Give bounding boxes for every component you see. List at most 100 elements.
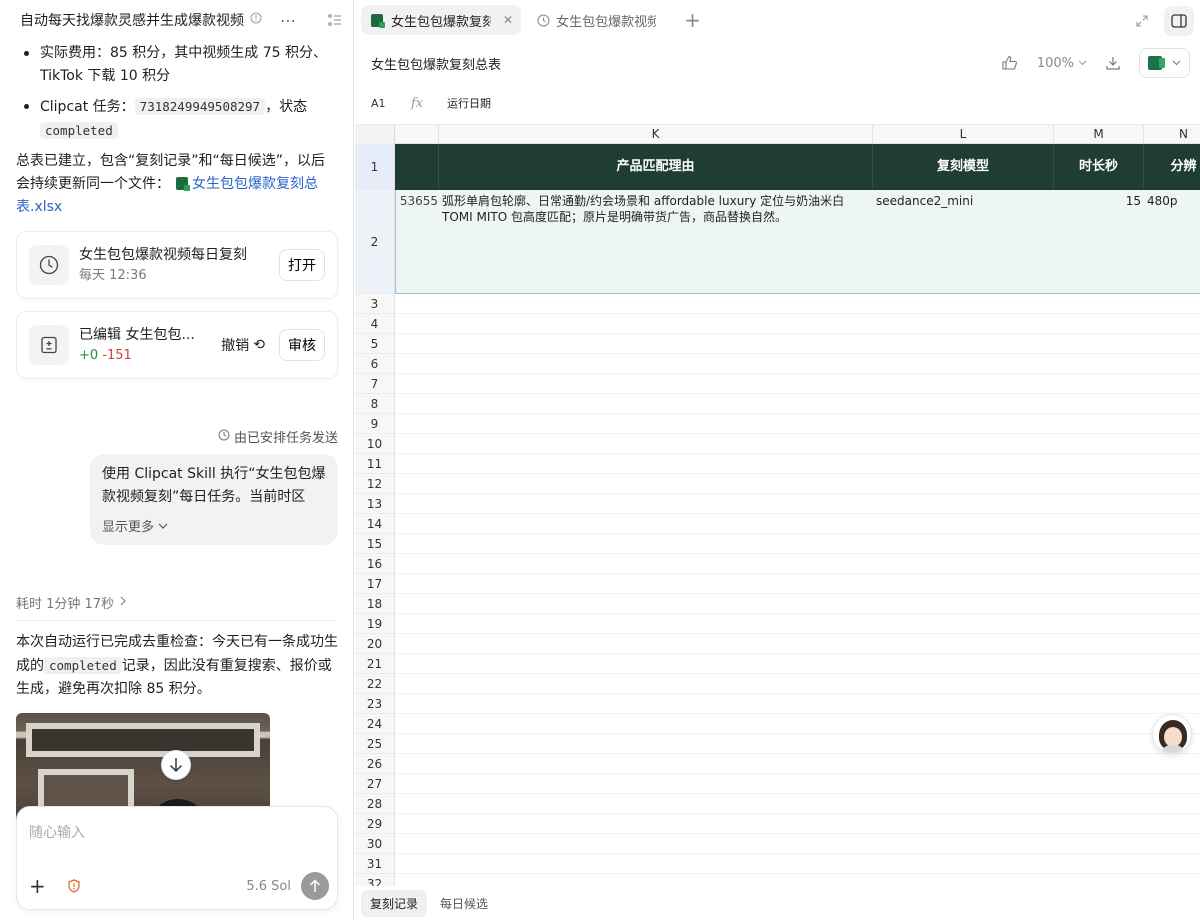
grid-row[interactable] [395, 454, 1200, 474]
add-attachment-icon[interactable]: + [29, 874, 49, 898]
row-header-1[interactable]: 1 [355, 144, 394, 190]
open-in-excel-button[interactable] [1139, 48, 1190, 78]
row-header-15[interactable]: 15 [355, 534, 394, 554]
assistant-avatar[interactable] [1152, 714, 1192, 754]
grid-row[interactable] [395, 834, 1200, 854]
thumbs-icon[interactable] [1001, 55, 1019, 71]
data-cell[interactable]: 弧形单肩包轮廓、日常通勤/约会场景和 affordable luxury 定位与… [440, 190, 874, 294]
formula-value[interactable]: 运行日期 [447, 95, 491, 111]
chat-input[interactable]: 随心输入 [29, 822, 85, 842]
close-tab-icon[interactable]: ✕ [503, 13, 513, 27]
row-header-8[interactable]: 8 [355, 394, 394, 414]
grid-row[interactable] [395, 414, 1200, 434]
grid-row[interactable] [395, 394, 1200, 414]
data-cell[interactable]: seedance2_mini [874, 190, 1055, 294]
row-header-11[interactable]: 11 [355, 454, 394, 474]
grid-row[interactable] [395, 614, 1200, 634]
grid-row[interactable] [395, 534, 1200, 554]
column-header-k[interactable]: K [439, 125, 873, 144]
row-header-23[interactable]: 23 [355, 694, 394, 714]
row-header-17[interactable]: 17 [355, 574, 394, 594]
grid-row[interactable] [395, 474, 1200, 494]
sheet-tab-records[interactable]: 复刻记录 [361, 889, 428, 917]
select-all-corner[interactable] [355, 125, 395, 144]
shield-icon[interactable] [67, 879, 81, 893]
formula-bar[interactable]: A1 fx 运行日期 [355, 90, 1200, 116]
grid-row[interactable] [395, 574, 1200, 594]
grid-row[interactable] [395, 774, 1200, 794]
send-button[interactable] [301, 872, 329, 900]
grid-row[interactable] [395, 494, 1200, 514]
row-header-27[interactable]: 27 [355, 774, 394, 794]
download-icon[interactable] [1105, 55, 1121, 71]
open-schedule-button[interactable]: 打开 [279, 249, 325, 281]
row-header-14[interactable]: 14 [355, 514, 394, 534]
grid-row[interactable] [395, 874, 1200, 886]
row-header-22[interactable]: 22 [355, 674, 394, 694]
tab-spreadsheet[interactable]: 女生包包爆款复刻总表 ✕ [361, 5, 522, 35]
column-header-m[interactable]: M [1054, 125, 1144, 144]
toggle-sidebar-icon[interactable] [1164, 6, 1194, 36]
grid-row[interactable] [395, 554, 1200, 574]
show-more-button[interactable]: 显示更多 [102, 516, 326, 535]
row-header-10[interactable]: 10 [355, 434, 394, 454]
zoom-select[interactable]: 100% [1037, 56, 1087, 71]
grid-row[interactable] [395, 734, 1200, 754]
row-header-26[interactable]: 26 [355, 754, 394, 774]
row-header-3[interactable]: 3 [355, 294, 394, 314]
header-cell[interactable]: 产品匹配理由 [439, 144, 873, 190]
grid-row[interactable] [395, 314, 1200, 334]
grid-row[interactable] [395, 354, 1200, 374]
cell-reference[interactable]: A1 [371, 97, 411, 110]
row-header-29[interactable]: 29 [355, 814, 394, 834]
grid-row[interactable] [395, 714, 1200, 734]
row-header-31[interactable]: 31 [355, 854, 394, 874]
row-header-12[interactable]: 12 [355, 474, 394, 494]
expand-icon[interactable] [1136, 15, 1148, 27]
grid-row[interactable] [395, 854, 1200, 874]
data-cell[interactable]: 480p [1145, 190, 1200, 294]
row-header-7[interactable]: 7 [355, 374, 394, 394]
row-header-21[interactable]: 21 [355, 654, 394, 674]
grid-row[interactable] [395, 694, 1200, 714]
header-cell[interactable] [395, 144, 439, 190]
row-header-2[interactable]: 2 [355, 190, 394, 294]
row-header-13[interactable]: 13 [355, 494, 394, 514]
grid-row[interactable] [395, 514, 1200, 534]
new-tab-button[interactable]: + [684, 8, 701, 32]
row-header-16[interactable]: 16 [355, 554, 394, 574]
grid-row[interactable] [395, 594, 1200, 614]
chat-composer[interactable]: 随心输入 + 5.6 Sol [16, 806, 338, 910]
grid-row[interactable] [395, 794, 1200, 814]
row-header-28[interactable]: 28 [355, 794, 394, 814]
task-list-icon[interactable] [328, 14, 342, 26]
grid-row[interactable] [395, 374, 1200, 394]
grid-row[interactable] [395, 634, 1200, 654]
row-header-18[interactable]: 18 [355, 594, 394, 614]
header-cell[interactable]: 复刻模型 [873, 144, 1054, 190]
info-icon[interactable] [250, 12, 262, 28]
undo-button[interactable]: 撤销 ⟲ [221, 335, 265, 355]
elapsed-toggle[interactable]: 耗时 1分钟 17秒 [16, 593, 338, 621]
row-header-30[interactable]: 30 [355, 834, 394, 854]
row-header-20[interactable]: 20 [355, 634, 394, 654]
column-header-j[interactable] [395, 125, 439, 144]
row-header-5[interactable]: 5 [355, 334, 394, 354]
scroll-to-bottom-button[interactable] [161, 750, 191, 780]
review-button[interactable]: 审核 [279, 329, 325, 361]
grid-row[interactable] [395, 814, 1200, 834]
tab-schedule[interactable]: 女生包包爆款视频每日复刻 [527, 5, 664, 35]
row-header-6[interactable]: 6 [355, 354, 394, 374]
row-header-25[interactable]: 25 [355, 734, 394, 754]
header-cell[interactable]: 时长秒 [1054, 144, 1144, 190]
grid-row[interactable] [395, 674, 1200, 694]
column-header-l[interactable]: L [873, 125, 1054, 144]
grid-row[interactable] [395, 754, 1200, 774]
row-header-32[interactable]: 32 [355, 874, 394, 886]
data-cell[interactable]: 53655 [396, 190, 440, 294]
spreadsheet-grid[interactable]: KLMN 1 2 3 4 5 6 7 8 9 10 11 12 13 14 15 16 17 18 19 20 21 22… [355, 124, 1200, 886]
column-header-n[interactable]: N [1144, 125, 1200, 144]
row-header-24[interactable]: 24 [355, 714, 394, 734]
table-row[interactable]: 53655 弧形单肩包轮廓、日常通勤/约会场景和 affordable luxur… [395, 190, 1200, 294]
grid-row[interactable] [395, 434, 1200, 454]
